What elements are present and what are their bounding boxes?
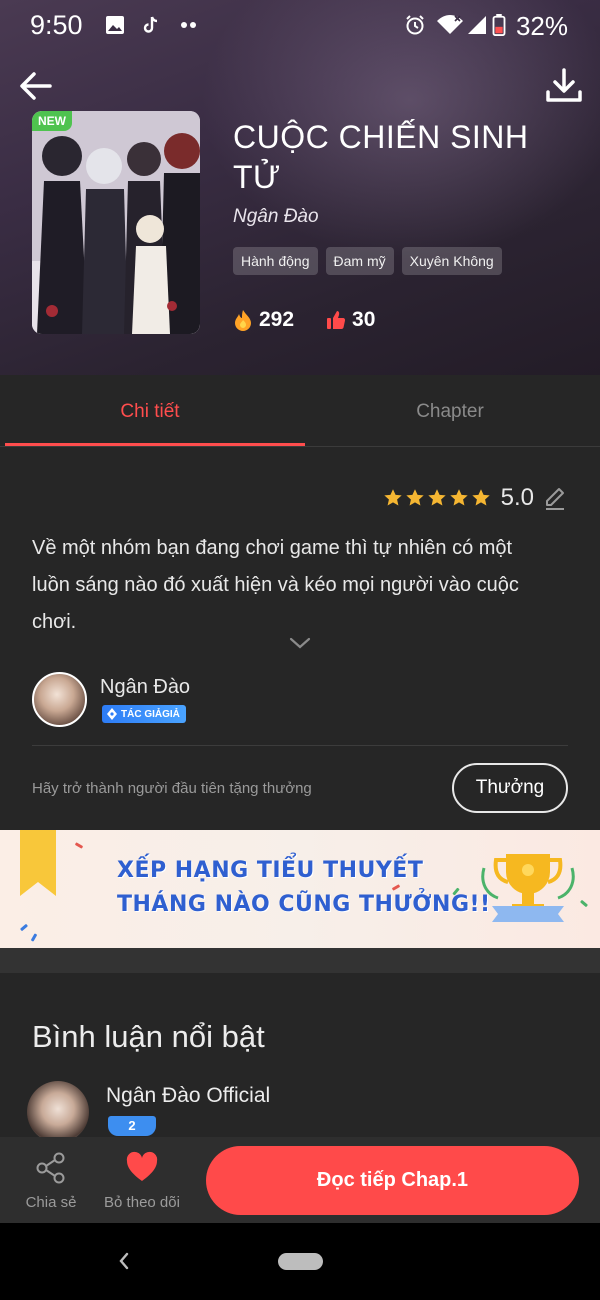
system-nav-bar bbox=[0, 1223, 600, 1300]
status-bar: 9:50 32% bbox=[0, 0, 600, 52]
battery-percent: 32% bbox=[515, 11, 568, 41]
confetti bbox=[579, 899, 589, 908]
featured-comments: Bình luận nổi bật Ngân Đào Official 2 bbox=[0, 973, 600, 1143]
status-time: 9:50 bbox=[30, 10, 83, 40]
rating-value: 5.0 bbox=[500, 484, 534, 511]
battery-icon bbox=[492, 14, 506, 36]
share-icon bbox=[36, 1152, 65, 1184]
star-icon bbox=[471, 489, 490, 506]
commenter-name[interactable]: Ngân Đào Official bbox=[106, 1084, 270, 1108]
confetti bbox=[74, 842, 84, 849]
genre-tag[interactable]: Xuyên Không bbox=[401, 247, 502, 275]
author-name[interactable]: Ngân Đào bbox=[100, 676, 190, 699]
bottom-action-bar: Chia sẻ Bỏ theo dõi Đọc tiếp Chap.1 bbox=[0, 1137, 600, 1223]
share-label: Chia sẻ bbox=[25, 1194, 77, 1211]
gallery-icon bbox=[106, 16, 124, 34]
signal-icon bbox=[468, 16, 486, 34]
book-stats: 292 30 bbox=[233, 308, 407, 332]
fire-icon bbox=[235, 310, 251, 331]
rating: 5.0 bbox=[383, 484, 568, 512]
star-icon bbox=[427, 489, 446, 506]
cover-illustration bbox=[32, 111, 200, 334]
nav-back-icon[interactable] bbox=[116, 1251, 132, 1271]
details-panel: 5.0 Về một nhóm bạn đang chơi game thì t… bbox=[0, 448, 600, 830]
views-stat: 292 bbox=[233, 308, 294, 332]
tiktok-icon bbox=[143, 16, 158, 33]
new-badge: NEW bbox=[32, 111, 72, 131]
book-cover[interactable]: NEW bbox=[32, 111, 200, 334]
star-icon bbox=[449, 489, 468, 506]
bookmark-ribbon-icon bbox=[20, 830, 56, 896]
confetti bbox=[391, 884, 401, 891]
commenter-level-badge: 2 bbox=[108, 1116, 156, 1136]
book-title: CUỘC CHIẾN SINH TỬ bbox=[233, 119, 529, 195]
rating-stars bbox=[383, 488, 491, 508]
book-header: 9:50 32% NEW CUỘC CHIẾN SINH TỬ Ngân Đào… bbox=[0, 0, 600, 375]
banner-line-2: THÁNG NÀO CŨNG THƯỞNG!! bbox=[117, 892, 491, 917]
edit-rating-icon[interactable] bbox=[542, 485, 568, 511]
continue-reading-button[interactable]: Đọc tiếp Chap.1 bbox=[206, 1146, 579, 1215]
wifi-icon bbox=[437, 15, 463, 34]
confetti bbox=[19, 923, 29, 932]
back-arrow-icon[interactable] bbox=[16, 66, 56, 106]
tab-bar: Chi tiết Chapter bbox=[0, 375, 600, 447]
unfollow-button[interactable]: Bỏ theo dõi bbox=[98, 1151, 186, 1211]
views-count: 292 bbox=[259, 308, 295, 331]
genre-tags: Hành động Đam mỹ Xuyên Không bbox=[233, 247, 502, 275]
book-author[interactable]: Ngân Đào bbox=[233, 206, 319, 228]
heart-icon bbox=[126, 1151, 158, 1181]
likes-stat: 30 bbox=[326, 308, 375, 332]
section-separator bbox=[0, 948, 600, 973]
tab-chapter[interactable]: Chapter bbox=[300, 375, 600, 446]
thumbs-up-icon bbox=[327, 311, 346, 329]
unfollow-label: Bỏ theo dõi bbox=[104, 1194, 180, 1211]
book-description: Về một nhóm bạn đang chơi game thì tự nh… bbox=[32, 537, 519, 633]
chevron-down-icon[interactable] bbox=[288, 636, 312, 650]
trophy-icon bbox=[481, 854, 575, 922]
author-avatar[interactable] bbox=[32, 672, 87, 727]
author-profile[interactable]: Ngân Đào TÁC GIẢGIẢ bbox=[32, 672, 568, 728]
share-button[interactable]: Chia sẻ bbox=[22, 1151, 80, 1211]
confetti bbox=[30, 933, 38, 942]
more-notifications-icon bbox=[181, 22, 196, 28]
tab-details[interactable]: Chi tiết bbox=[0, 375, 305, 446]
nav-home-pill[interactable] bbox=[278, 1253, 323, 1270]
download-icon[interactable] bbox=[544, 66, 584, 106]
divider bbox=[32, 745, 568, 746]
commenter-avatar[interactable] bbox=[27, 1081, 89, 1143]
gift-prompt: Hãy trở thành người đầu tiên tặng thưởng bbox=[32, 780, 312, 797]
gift-button[interactable]: Thưởng bbox=[452, 763, 568, 813]
star-icon bbox=[383, 489, 402, 506]
banner-line-1: XẾP HẠNG TIỂU THUYẾT bbox=[117, 858, 424, 883]
genre-tag[interactable]: Hành động bbox=[233, 247, 318, 275]
likes-count: 30 bbox=[352, 308, 376, 331]
comments-title: Bình luận nổi bật bbox=[32, 1019, 265, 1054]
genre-tag[interactable]: Đam mỹ bbox=[325, 247, 394, 275]
ranking-banner[interactable]: XẾP HẠNG TIỂU THUYẾT THÁNG NÀO CŨNG THƯỞ… bbox=[0, 830, 600, 948]
author-badge-label: TÁC GIẢGIẢ bbox=[121, 708, 180, 720]
pen-nib-icon bbox=[107, 708, 117, 720]
star-icon bbox=[405, 489, 424, 506]
alarm-icon bbox=[406, 15, 424, 35]
author-badge: TÁC GIẢGIẢ bbox=[102, 705, 186, 723]
